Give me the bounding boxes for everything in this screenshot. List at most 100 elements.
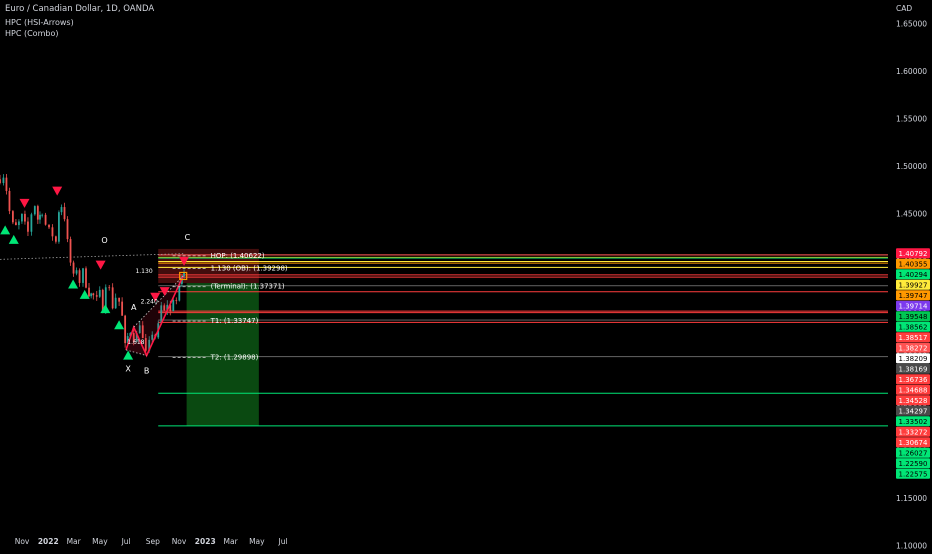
x-axis-tick-label: Nov xyxy=(15,537,30,546)
candle-body xyxy=(5,177,8,191)
candle-body xyxy=(82,268,84,283)
level-label: (Terminal): (1.37371) xyxy=(211,283,285,291)
x-axis-tick-label: 2022 xyxy=(38,537,59,546)
candle-body xyxy=(69,239,72,263)
candle-body xyxy=(111,287,114,309)
x-axis-tick-label: Mar xyxy=(224,537,239,546)
pattern-point-label: O xyxy=(101,236,107,245)
pattern-ratio-label: 1.618 xyxy=(127,339,144,346)
chart-title: Euro / Canadian Dollar, 1D, OANDA xyxy=(5,4,155,14)
candle-body xyxy=(124,315,127,344)
candle-body xyxy=(172,300,175,311)
candle-body xyxy=(30,214,33,232)
price-badge-label: 1.34688 xyxy=(899,386,928,394)
candle-body xyxy=(108,287,111,289)
candle-body xyxy=(75,270,78,274)
candle-body xyxy=(8,190,11,212)
indicator-label-arrows[interactable]: HPC (HSI-Arrows) xyxy=(5,17,74,28)
currency-label: CAD xyxy=(896,4,912,13)
y-axis-tick-label: 1.45000 xyxy=(896,209,927,218)
indicator-label-combo[interactable]: HPC (Combo) xyxy=(5,28,58,39)
candle-body xyxy=(90,293,93,297)
price-chart[interactable]: O X A B C 1.618 2.240 1.130 HOP: (1.40622) 1.130 … xyxy=(0,0,932,550)
candle-body xyxy=(36,206,39,220)
candle-body xyxy=(114,297,117,309)
pattern-point-label: C xyxy=(185,233,191,242)
candle-body xyxy=(78,270,81,283)
candle-body xyxy=(121,301,124,316)
x-axis-tick-label: May xyxy=(92,537,108,546)
pattern-ratio-label: 2.240 xyxy=(141,298,158,305)
candle-body xyxy=(85,268,87,288)
price-badge-label: 1.39927 xyxy=(899,281,928,289)
x-axis-tick-label: Jul xyxy=(278,537,288,546)
y-axis-tick-label: 1.50000 xyxy=(896,162,927,171)
candle-body xyxy=(27,221,29,232)
price-badge-label: 1.22590 xyxy=(899,460,928,468)
price-badge-label: 1.30674 xyxy=(899,439,928,447)
price-badge-label: 1.38169 xyxy=(899,365,928,373)
candle-body xyxy=(60,207,63,213)
price-badge-label: 1.38517 xyxy=(899,334,928,342)
y-axis-tick-label: 1.15000 xyxy=(896,494,927,503)
candle-body xyxy=(12,211,14,223)
candle-body xyxy=(66,219,69,240)
y-axis-tick-label: 1.55000 xyxy=(896,115,927,124)
candle-body xyxy=(55,236,57,242)
price-badge-label: 1.40355 xyxy=(899,260,928,268)
candle-body xyxy=(39,214,41,220)
candle-body xyxy=(51,227,54,237)
candle-body xyxy=(33,206,36,215)
candle-body xyxy=(58,212,60,242)
price-badge-label: 1.36736 xyxy=(899,376,928,384)
candle-body xyxy=(44,214,47,225)
x-axis-tick-label: 2023 xyxy=(195,537,216,546)
candle-body xyxy=(88,287,90,297)
candle-body xyxy=(2,177,5,184)
y-axis-tick-label: 1.10000 xyxy=(896,541,927,550)
price-badge-label: 1.33502 xyxy=(899,418,928,426)
candle-body xyxy=(95,295,98,297)
candle-body xyxy=(175,300,178,301)
candle-body xyxy=(21,213,23,222)
candle-body xyxy=(72,262,75,274)
pattern-point-label: X xyxy=(125,365,131,374)
price-badge-label: 1.22575 xyxy=(899,470,928,478)
candle-body xyxy=(92,293,95,296)
level-label: T1: (1.33747) xyxy=(210,317,259,325)
price-badge-label: 1.38209 xyxy=(899,355,928,363)
price-badge-label: 1.39714 xyxy=(899,302,928,310)
y-axis-tick-label: 1.60000 xyxy=(896,67,927,76)
price-badge-label: 1.33272 xyxy=(899,428,928,436)
level-label: 1.130 (OB): (1.39298) xyxy=(211,264,288,272)
x-axis-tick-label: Mar xyxy=(67,537,82,546)
price-badge-label: 1.38272 xyxy=(899,344,928,352)
x-axis-tick-label: May xyxy=(249,537,265,546)
price-badge-label: 1.40294 xyxy=(899,271,928,279)
pattern-point-label: B xyxy=(144,367,150,376)
price-badge-label: 1.34528 xyxy=(899,397,928,405)
candle-body xyxy=(48,224,50,228)
y-axis-tick-label: 1.65000 xyxy=(896,20,927,29)
candle-body xyxy=(118,297,121,302)
pattern-point-label: A xyxy=(131,303,137,312)
x-axis-tick-label: Nov xyxy=(172,537,187,546)
level-label: HOP: (1.40622) xyxy=(211,252,265,260)
price-badge-label: 1.39747 xyxy=(899,292,928,300)
price-badge-label: 1.39548 xyxy=(899,313,928,321)
candle-body xyxy=(15,222,17,226)
price-badge-label: 1.26027 xyxy=(899,449,928,457)
candle-body xyxy=(0,179,1,184)
candle-body xyxy=(98,289,101,297)
candle-body xyxy=(24,213,26,222)
price-badge-label: 1.34297 xyxy=(899,407,928,415)
x-axis-tick-label: Jul xyxy=(121,537,131,546)
pattern-ratio-label: 1.130 xyxy=(135,268,152,275)
candle-body xyxy=(41,214,44,216)
price-badge-label: 1.40792 xyxy=(899,250,928,258)
x-axis-tick-label: Sep xyxy=(146,537,160,546)
chart-root: O X A B C 1.618 2.240 1.130 HOP: (1.40622) 1.130 … xyxy=(0,0,932,550)
candle-body xyxy=(63,207,66,220)
candle-body xyxy=(18,221,20,226)
level-label: T2: (1.29898) xyxy=(210,354,259,362)
